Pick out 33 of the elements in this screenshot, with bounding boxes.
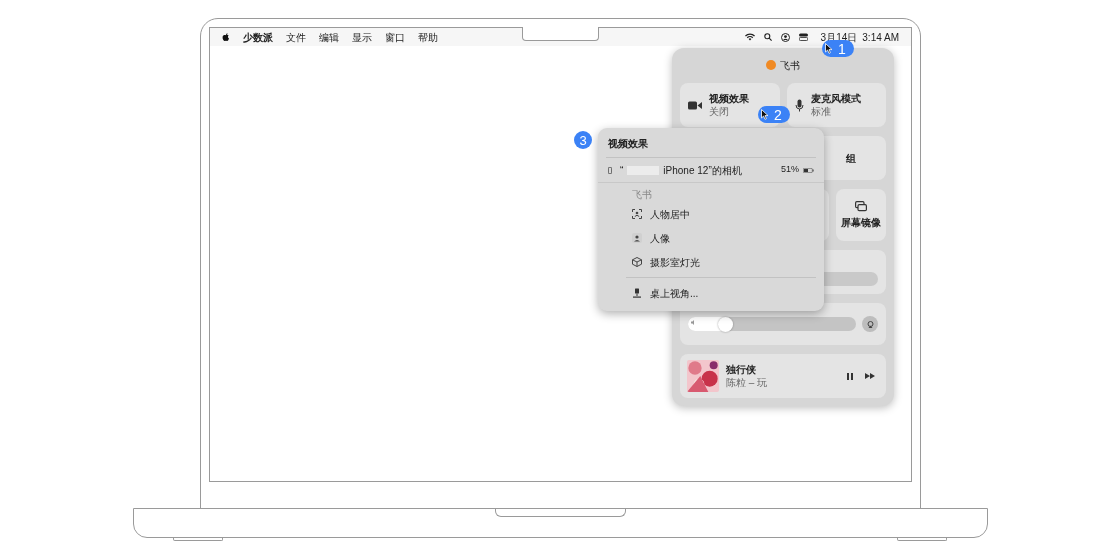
menu-item[interactable]: 编辑 bbox=[319, 29, 339, 45]
tile-title: 麦克风模式 bbox=[810, 93, 861, 104]
control-tile[interactable]: 麦克风模式 标准 bbox=[786, 83, 886, 127]
step-number-badge: 3 bbox=[574, 131, 592, 149]
app-name: 飞书 bbox=[780, 58, 800, 73]
tile-title: 组 bbox=[846, 151, 856, 166]
app-menu[interactable]: 少数派 bbox=[243, 29, 273, 45]
menu-item[interactable]: 人物居中 bbox=[598, 202, 824, 226]
menu-item[interactable]: 人像 bbox=[598, 226, 824, 250]
battery-percentage: 51% bbox=[781, 163, 799, 177]
menu-item-label: 桌上视角... bbox=[650, 286, 699, 301]
menu-bar-clock[interactable]: 3:14 AM bbox=[862, 29, 899, 45]
menu-item-label: 人物居中 bbox=[650, 207, 690, 222]
menu-item[interactable]: 帮助 bbox=[418, 29, 438, 45]
menu-item[interactable]: 显示 bbox=[352, 29, 372, 45]
menu-item-label: 人像 bbox=[650, 231, 670, 246]
tile-title: 屏幕镜像 bbox=[841, 215, 881, 230]
screen-mirroring-tile[interactable]: 屏幕镜像 bbox=[836, 189, 886, 241]
song-artist: 陈粒 – 玩 bbox=[726, 377, 768, 388]
menu-title: 视频效果 bbox=[607, 137, 649, 151]
tile-subtitle: 关闭 bbox=[709, 106, 730, 117]
device-name: iPhone 12”的相机 bbox=[663, 163, 742, 178]
menu-item[interactable]: 文件 bbox=[286, 29, 306, 45]
menu-item[interactable]: 桌上视角... bbox=[598, 281, 824, 305]
song-title: 独行侠 bbox=[726, 364, 757, 375]
menu-item[interactable]: 摄影室灯光 bbox=[598, 250, 824, 274]
menu-item[interactable]: 窗口 bbox=[385, 29, 405, 45]
device-quote: “ bbox=[620, 163, 624, 178]
tile-subtitle: 标准 bbox=[810, 106, 832, 117]
tile-title: 视频效果 bbox=[709, 93, 749, 104]
camera-device-row[interactable]: “ iPhone 12”的相机 51% bbox=[598, 158, 824, 182]
section-label: 飞书 bbox=[631, 188, 653, 202]
menu-item-label: 摄影室灯光 bbox=[650, 255, 700, 270]
